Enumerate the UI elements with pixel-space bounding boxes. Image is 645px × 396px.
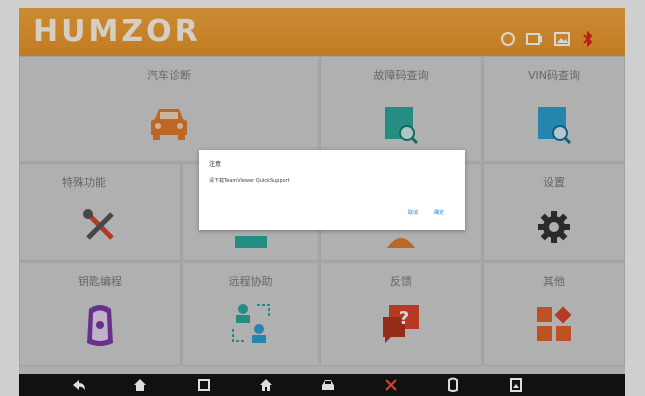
house-icon[interactable] [258, 377, 274, 393]
screenshot-icon[interactable] [508, 377, 524, 393]
ok-button[interactable]: 确定 [434, 209, 444, 216]
alert-dialog: 注意 请下载TeamViewer QuickSupport 取消 确定 [199, 150, 465, 230]
cancel-button[interactable]: 取消 [408, 209, 418, 216]
car-nav-icon[interactable] [320, 377, 336, 393]
screen: HUMZOR 汽车诊断 故障码查询 VIN码查询 特殊功能 设置 钥匙编程 远程… [0, 0, 645, 396]
dialog-message: 请下载TeamViewer QuickSupport [209, 178, 290, 184]
system-nav-bar [19, 374, 625, 396]
recent-apps-icon[interactable] [196, 377, 212, 393]
key-nav-icon[interactable] [445, 377, 461, 393]
dialog-title: 注意 [209, 161, 222, 168]
back-icon[interactable] [71, 377, 87, 393]
home-icon[interactable] [132, 377, 148, 393]
tools-nav-icon[interactable] [383, 377, 399, 393]
